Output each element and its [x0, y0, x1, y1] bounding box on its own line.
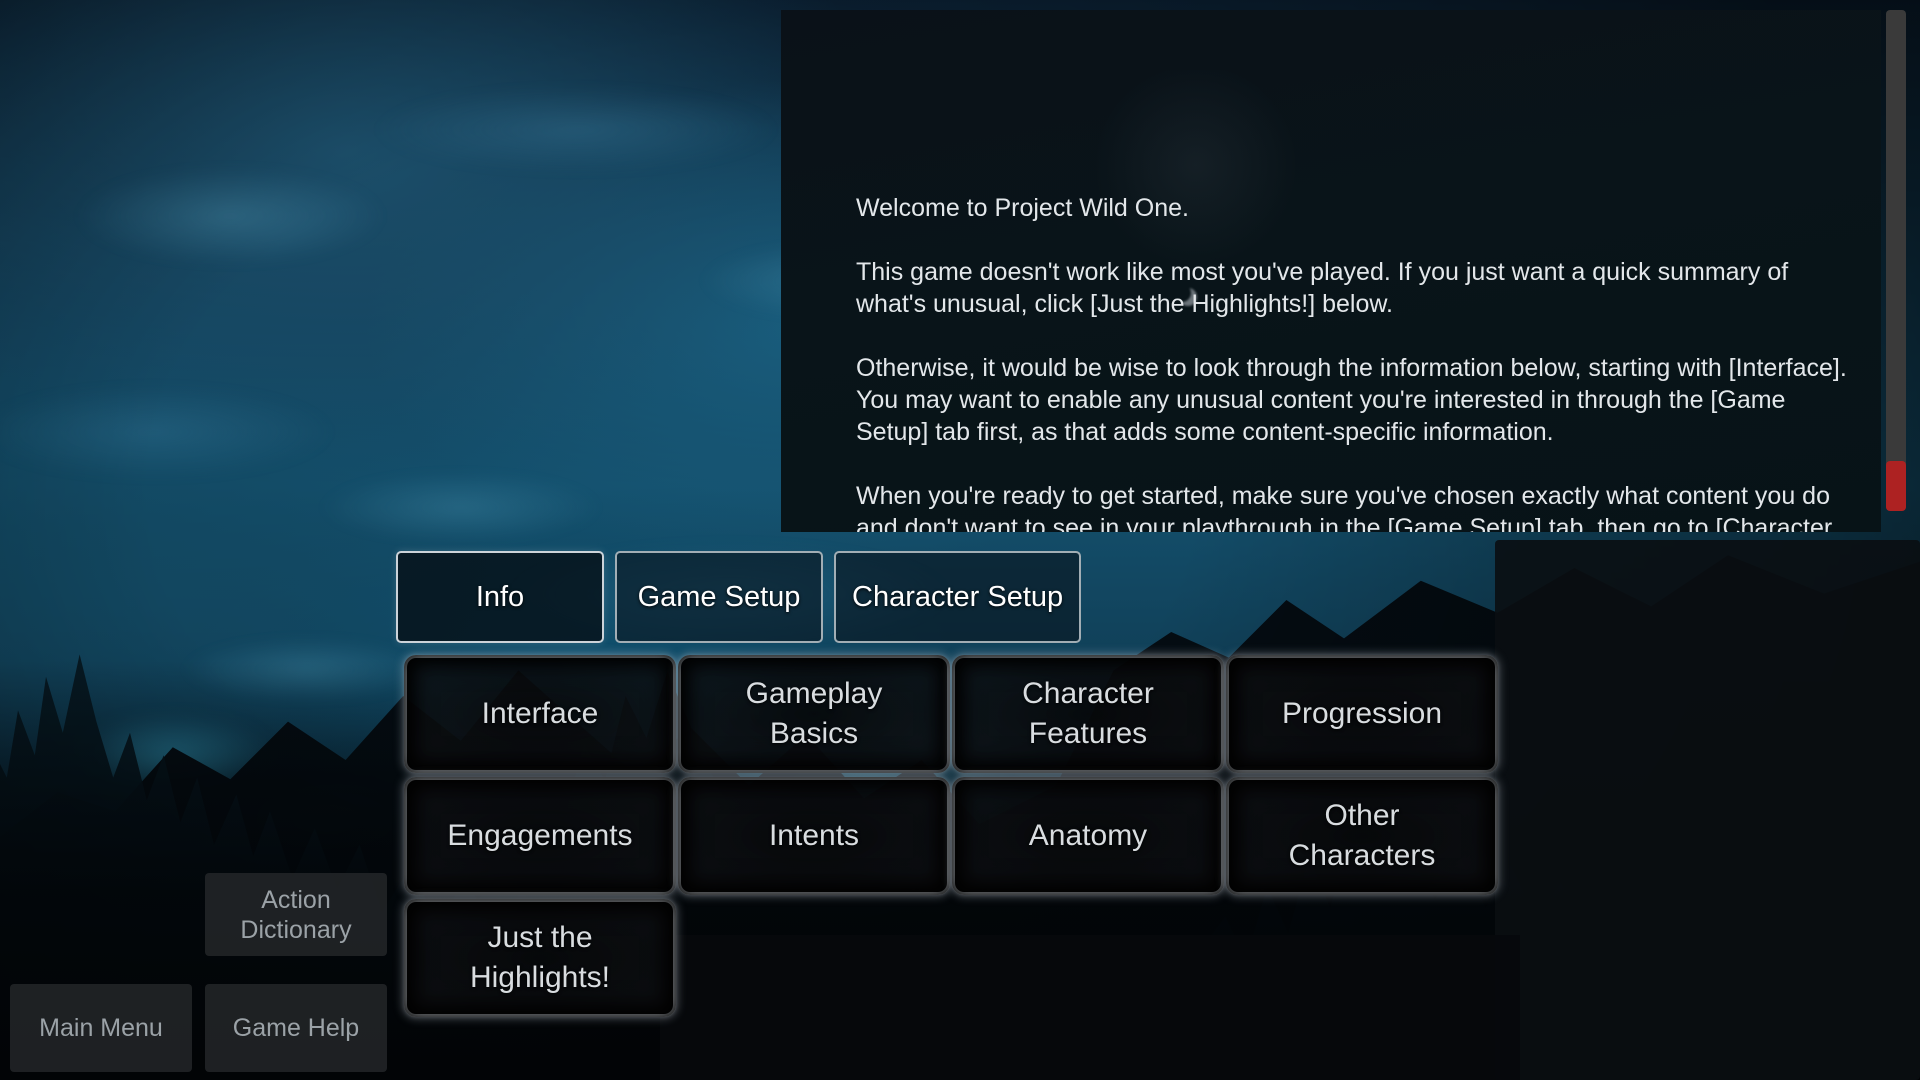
topic-button-other-characters[interactable]: Other Characters: [1226, 777, 1498, 895]
tab-character-setup[interactable]: Character Setup: [834, 551, 1082, 643]
right-content-panel: [1495, 540, 1920, 1080]
topic-button-progression[interactable]: Progression: [1226, 655, 1498, 773]
tab-label: Character Setup: [852, 580, 1064, 613]
topic-button-anatomy[interactable]: Anatomy: [952, 777, 1224, 895]
topic-button-label: Engagements: [447, 819, 633, 852]
info-paragraph: This game doesn't work like most you've …: [856, 258, 1789, 318]
tab-label: Game Setup: [637, 580, 801, 613]
game-help-button[interactable]: Game Help: [205, 984, 387, 1072]
topic-button-label: Intents: [768, 819, 860, 852]
topic-button-intents[interactable]: Intents: [678, 777, 950, 895]
main-menu-button[interactable]: Main Menu: [10, 984, 192, 1072]
action-dictionary-button[interactable]: Action Dictionary: [205, 873, 387, 956]
tab-bar: Info Game Setup Character Setup: [396, 551, 1082, 643]
info-text-panel: Welcome to Project Wild One. This game d…: [781, 10, 1881, 532]
info-paragraph: When you're ready to get started, make s…: [856, 482, 1833, 532]
info-body-text: Welcome to Project Wild One. This game d…: [856, 192, 1856, 532]
scrollbar-track[interactable]: [1886, 10, 1906, 510]
scrollbar-thumb[interactable]: [1886, 461, 1906, 511]
topic-button-label: Anatomy: [1028, 819, 1148, 852]
main-menu-label: Main Menu: [39, 1014, 163, 1042]
topic-button-label: Progression: [1281, 697, 1443, 730]
topic-button-label: Gameplay Basics: [745, 677, 883, 750]
game-screen: Welcome to Project Wild One. This game d…: [0, 0, 1920, 1080]
topic-button-label: Interface: [481, 697, 599, 730]
tab-label: Info: [475, 580, 525, 613]
topic-button-engagements[interactable]: Engagements: [404, 777, 676, 895]
topic-button-label: Character Features: [1022, 677, 1154, 750]
topic-button-label: Just the Highlights!: [469, 921, 611, 994]
info-paragraph: Welcome to Project Wild One.: [856, 194, 1189, 222]
topic-button-just-the-highlights[interactable]: Just the Highlights!: [404, 899, 676, 1017]
tab-game-setup[interactable]: Game Setup: [615, 551, 823, 643]
tab-info[interactable]: Info: [396, 551, 604, 643]
action-dictionary-label: Action Dictionary: [240, 885, 352, 944]
topic-button-label: Other Characters: [1288, 799, 1436, 872]
topic-button-gameplay-basics[interactable]: Gameplay Basics: [678, 655, 950, 773]
info-paragraph: Otherwise, it would be wise to look thro…: [856, 354, 1847, 446]
topic-button-interface[interactable]: Interface: [404, 655, 676, 773]
game-help-label: Game Help: [232, 1014, 360, 1042]
topic-button-character-features[interactable]: Character Features: [952, 655, 1224, 773]
topic-button-grid: Interface Gameplay Basics Character Feat…: [404, 655, 1500, 1017]
